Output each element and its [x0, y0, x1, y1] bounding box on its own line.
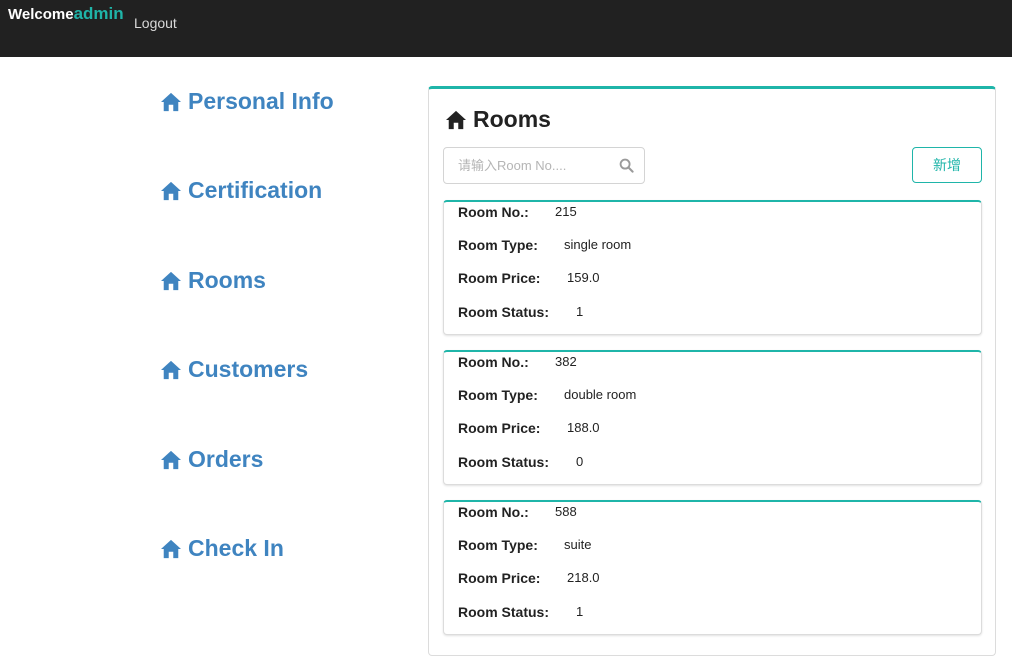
- page-title-text: Rooms: [473, 106, 551, 132]
- room-card: Room No.: 382 Room Type: double room Roo…: [443, 350, 982, 485]
- room-status-value: 0: [576, 454, 584, 469]
- room-price-label: Room Price:: [458, 420, 541, 436]
- sidebar-item-label: Rooms: [188, 267, 266, 293]
- page-title: Rooms: [445, 106, 551, 133]
- room-type-value: suite: [564, 537, 592, 552]
- room-type-label: Room Type:: [458, 237, 538, 253]
- sidebar-item-label: Check In: [188, 535, 284, 561]
- home-icon: [161, 92, 181, 111]
- search-input[interactable]: [444, 148, 614, 183]
- room-price-value: 218.0: [567, 570, 600, 585]
- sidebar-item-certification[interactable]: Certification: [160, 177, 322, 204]
- sidebar-item-orders[interactable]: Orders: [160, 446, 263, 473]
- room-type-value: single room: [564, 237, 632, 252]
- home-icon: [161, 181, 181, 200]
- room-no-row: Room No.: 215: [458, 204, 577, 220]
- room-price-row: Room Price: 218.0: [458, 570, 600, 586]
- room-status-label: Room Status:: [458, 604, 549, 620]
- username: admin: [73, 4, 124, 23]
- room-price-label: Room Price:: [458, 270, 541, 286]
- home-icon: [446, 110, 466, 129]
- sidebar-item-label: Certification: [188, 177, 323, 203]
- welcome-text: Welcome: [8, 6, 74, 23]
- room-card: Room No.: 215 Room Type: single room Roo…: [443, 200, 982, 335]
- sidebar-item-label: Orders: [188, 446, 264, 472]
- sidebar-item-check-in[interactable]: Check In: [160, 535, 284, 562]
- sidebar-item-rooms[interactable]: Rooms: [160, 267, 266, 294]
- home-icon: [161, 450, 181, 469]
- logout-link[interactable]: Logout: [134, 15, 177, 31]
- home-icon: [161, 539, 181, 558]
- room-no-label: Room No.:: [458, 504, 529, 520]
- home-icon: [161, 360, 181, 379]
- room-no-label: Room No.:: [458, 204, 529, 220]
- room-no-value: 215: [555, 204, 577, 219]
- room-no-row: Room No.: 382: [458, 354, 577, 370]
- welcome-message: Welcomeadmin: [8, 4, 124, 24]
- room-type-label: Room Type:: [458, 387, 538, 403]
- room-status-value: 1: [576, 604, 584, 619]
- sidebar-item-personal-info[interactable]: Personal Info: [160, 88, 334, 115]
- room-price-label: Room Price:: [458, 570, 541, 586]
- sidebar-item-customers[interactable]: Customers: [160, 356, 308, 383]
- home-icon: [161, 271, 181, 290]
- room-no-row: Room No.: 588: [458, 504, 577, 520]
- add-room-button[interactable]: 新增: [912, 147, 982, 183]
- room-no-label: Room No.:: [458, 354, 529, 370]
- room-type-value: double room: [564, 387, 637, 402]
- room-status-label: Room Status:: [458, 304, 549, 320]
- room-card: Room No.: 588 Room Type: suite Room Pric…: [443, 500, 982, 635]
- sidebar-item-label: Customers: [188, 356, 309, 382]
- room-price-value: 159.0: [567, 270, 600, 285]
- room-price-row: Room Price: 159.0: [458, 270, 600, 286]
- room-no-value: 382: [555, 354, 577, 369]
- sidebar-item-label: Personal Info: [188, 88, 334, 114]
- room-type-row: Room Type: single room: [458, 237, 631, 253]
- search-icon[interactable]: [619, 158, 634, 173]
- rooms-panel: Rooms 新增 Room No.: 215 Room Type: single…: [428, 86, 996, 656]
- room-price-row: Room Price: 188.0: [458, 420, 600, 436]
- room-type-label: Room Type:: [458, 537, 538, 553]
- room-status-row: Room Status: 1: [458, 604, 583, 620]
- room-status-row: Room Status: 1: [458, 304, 583, 320]
- room-price-value: 188.0: [567, 420, 600, 435]
- room-type-row: Room Type: double room: [458, 387, 636, 403]
- search-box: [443, 147, 645, 184]
- top-navbar: Welcomeadmin Logout: [0, 0, 1012, 57]
- room-status-row: Room Status: 0: [458, 454, 583, 470]
- room-no-value: 588: [555, 504, 577, 519]
- room-status-label: Room Status:: [458, 454, 549, 470]
- room-status-value: 1: [576, 304, 584, 319]
- room-type-row: Room Type: suite: [458, 537, 591, 553]
